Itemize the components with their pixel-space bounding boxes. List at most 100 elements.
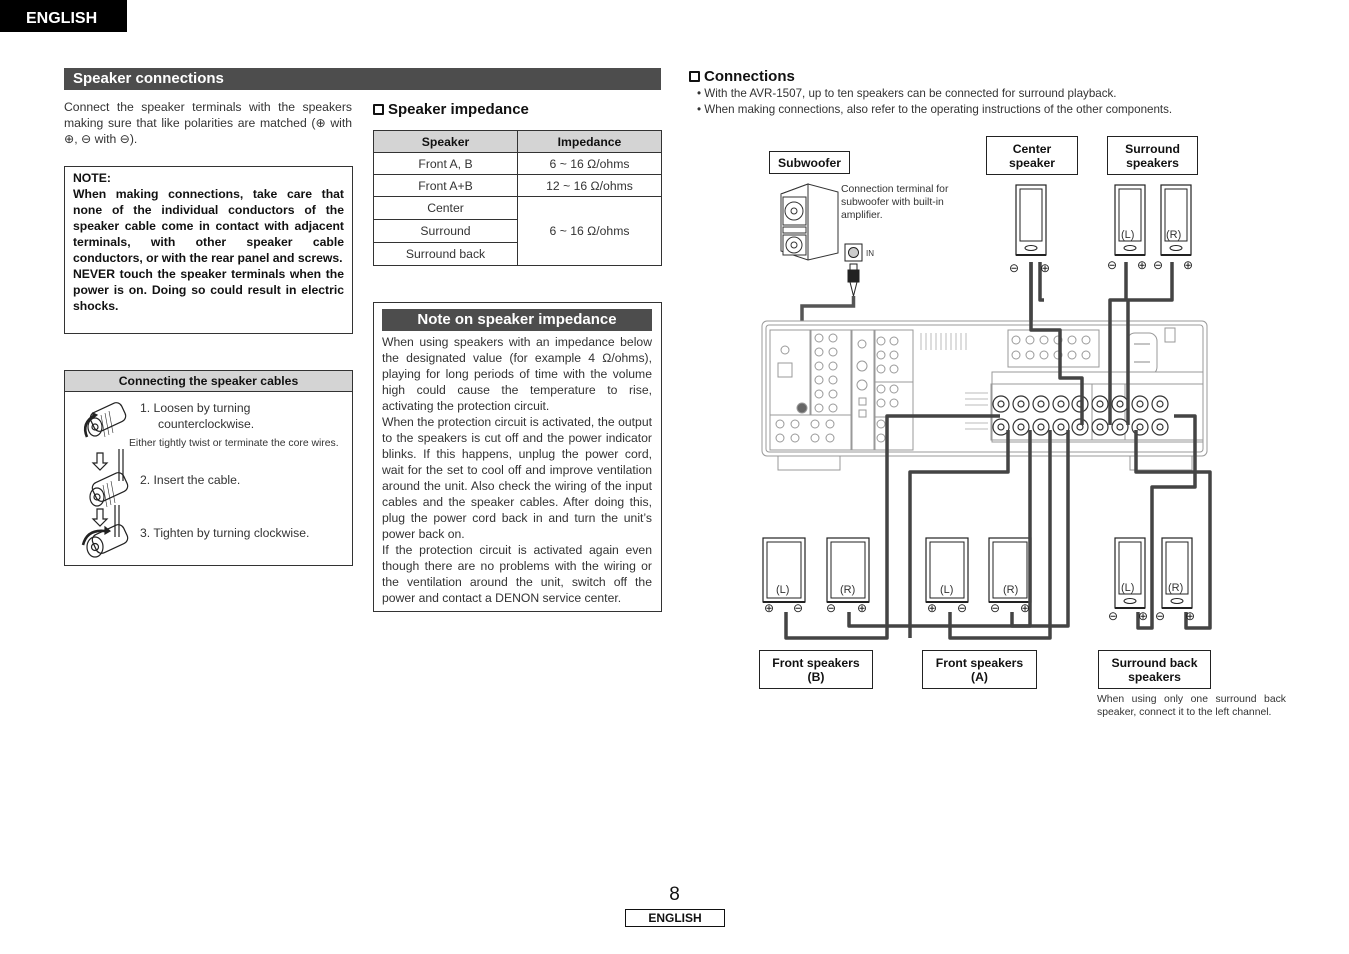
surround-left-cable: [1108, 262, 1128, 425]
label-line: speaker: [1008, 155, 1056, 170]
note-text-1: When making connections, take care that …: [73, 187, 344, 265]
minus-sign: ⊖: [1155, 609, 1165, 623]
front-speakers-b-label: Front speakers (B): [759, 650, 873, 689]
down-arrow-icon: [91, 452, 109, 471]
label-line: Front speakers: [772, 655, 860, 670]
surround-back-left-label: (L): [1121, 582, 1135, 594]
impedance-note-p3: If the protection circuit is activated a…: [382, 543, 652, 605]
speaker-cables: [784, 262, 1212, 640]
terminal-row-bottom: [992, 418, 1169, 436]
front-a-right-cable: [1010, 430, 1070, 628]
surround-back-speakers-label: Surround back speakers: [1098, 650, 1211, 689]
binding-post-insert-icon: [89, 472, 129, 508]
surround-left-label: (L): [1121, 229, 1135, 241]
page-number: 8: [669, 884, 680, 905]
impedance-note-p2: When the protection circuit is activated…: [382, 415, 652, 541]
table-row: Center 6 ~ 16 Ω/ohms: [373, 196, 662, 266]
label-line: Center: [1012, 141, 1052, 156]
surround-back-caption: When using only one surround back speake…: [1097, 694, 1286, 718]
plus-sign: ⊕: [857, 601, 867, 615]
front-b-left-cable: [784, 414, 1000, 640]
connections-title: Connections: [704, 68, 795, 85]
minus-sign: ⊖: [826, 601, 836, 615]
footer-language-label: ENGLISH: [625, 909, 725, 927]
minus-sign: ⊖: [990, 601, 1000, 615]
binding-post-tighten-icon: [81, 524, 129, 558]
minus-sign: ⊖: [1108, 609, 1118, 623]
impedance-note-box: Note on speaker impedance When using spe…: [373, 302, 662, 612]
plus-sign: ⊕: [1185, 609, 1195, 623]
label-line: (B): [807, 669, 825, 684]
surround-right-label: (R): [1166, 229, 1182, 241]
front-b-right-label: (R): [840, 584, 856, 596]
note-box: NOTE: When making connections, take care…: [64, 166, 353, 334]
surround-back-left-speaker-icon: [1114, 537, 1146, 609]
step-1-text-cont: counterclockwise.: [158, 417, 255, 431]
subwoofer-input-label: IN: [866, 249, 874, 258]
plus-sign: ⊕: [1040, 261, 1050, 275]
speaker-terminals: [992, 395, 1169, 436]
impedance-cell: 12 ~ 16 Ω/ohms: [517, 174, 662, 197]
plus-sign: ⊕: [1138, 609, 1148, 623]
front-a-left-cable: [948, 430, 1052, 640]
minus-sign: ⊖: [957, 601, 967, 615]
intro-text: Connect the speaker terminals with the s…: [64, 100, 352, 146]
front-speakers-a-label: Front speakers (A): [922, 650, 1037, 689]
label-line: (A): [971, 669, 988, 684]
bullet-item: • With the AVR-1507, up to ten speakers …: [697, 87, 1117, 100]
surround-speakers-label: Surround speakers: [1107, 136, 1198, 175]
column-header-speaker: Speaker: [373, 130, 518, 153]
impedance-table: Speaker Impedance Front A, B 6 ~ 16 Ω/oh…: [373, 130, 662, 266]
surround-right-speaker-icon: [1160, 184, 1192, 256]
speaker-cell: Front A+B: [373, 174, 518, 197]
connecting-cables-title: Connecting the speaker cables: [65, 371, 352, 392]
bullet-item: • When making connections, also refer to…: [697, 103, 1173, 116]
impedance-cell: 6 ~ 16 Ω/ohms: [517, 152, 662, 175]
note-label: NOTE:: [73, 171, 111, 185]
table-header-row: Speaker Impedance: [373, 130, 662, 153]
center-speaker-icon: [1015, 184, 1047, 256]
receiver-rear-panel: [761, 320, 1208, 471]
subwoofer-caption: Connection terminal for subwoofer with b…: [841, 184, 949, 221]
minus-sign: ⊖: [793, 601, 803, 615]
polarity-labels: ⊖ ⊕ ⊖ ⊕ ⊖ ⊕ ⊕ ⊖ ⊖ ⊕ ⊕ ⊖ ⊖ ⊕ ⊖ ⊕ ⊖ ⊕: [764, 258, 1195, 623]
surround-back-right-label: (R): [1168, 582, 1184, 594]
surround-right-cable: [1126, 262, 1174, 425]
step-3-text: 3. Tighten by turning clockwise.: [140, 526, 310, 540]
center-terminal-cable: [1029, 300, 1084, 425]
front-a-right-label: (R): [1003, 584, 1019, 596]
connections-bullets: • With the AVR-1507, up to ten speakers …: [697, 86, 1172, 118]
step-2-text: 2. Insert the cable.: [140, 473, 241, 487]
down-arrow-icon: [91, 508, 109, 527]
speaker-cell: Surround: [373, 219, 518, 243]
center-speaker-label: Center speaker: [986, 136, 1078, 175]
subwoofer-cable: [800, 296, 856, 384]
speaker-impedance-title: Speaker impedance: [388, 101, 529, 118]
twist-note: Either tightly twist or terminate the co…: [129, 438, 339, 449]
subwoofer-icon: [780, 183, 839, 261]
minus-sign: ⊖: [1153, 258, 1163, 272]
checkbox-square-icon: [689, 71, 700, 82]
label-line: Surround: [1125, 141, 1180, 156]
surround-back-left-cable: [1136, 414, 1197, 630]
impedance-note-title: Note on speaker impedance: [382, 309, 652, 331]
minus-sign: ⊖: [1009, 261, 1019, 275]
front-b-cable: [908, 430, 1010, 638]
subwoofer-label: Subwoofer: [769, 151, 850, 174]
column-header-impedance: Impedance: [517, 130, 662, 153]
section-title-speaker-connections: Speaker connections: [64, 68, 661, 90]
speaker-impedance-heading: Speaker impedance: [373, 101, 529, 118]
note-text-2: NEVER touch the speaker terminals when t…: [73, 267, 344, 313]
speaker-cell: Center: [373, 196, 518, 220]
connections-heading: Connections: [689, 68, 795, 85]
label-line: Surround back: [1111, 655, 1198, 670]
surround-left-speaker-icon: [1114, 184, 1146, 256]
label-line: speakers: [1126, 155, 1179, 170]
table-row: Front A+B 12 ~ 16 Ω/ohms: [373, 174, 662, 197]
minus-sign: ⊖: [1107, 258, 1117, 272]
table-row: Front A, B 6 ~ 16 Ω/ohms: [373, 152, 662, 175]
plus-sign: ⊕: [927, 601, 937, 615]
label-line: speakers: [1128, 669, 1181, 684]
checkbox-square-icon: [373, 104, 384, 115]
connecting-cables-box: Connecting the speaker cables 1. Loosen …: [64, 370, 353, 566]
